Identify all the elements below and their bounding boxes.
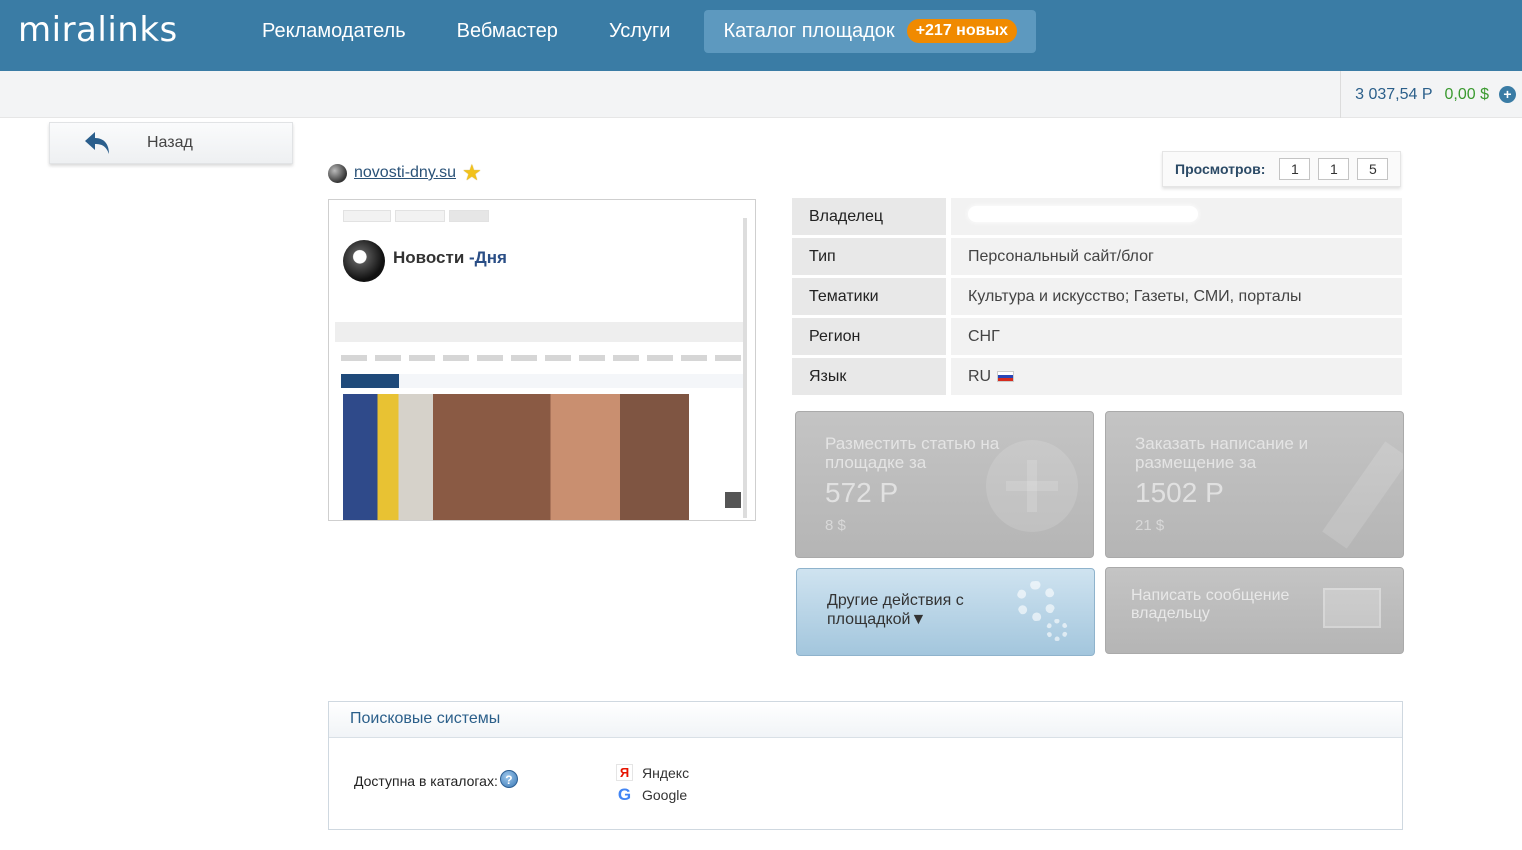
message-owner-title: Написать сообщение владельцу [1131,587,1290,622]
info-key: Владелец [792,198,946,235]
preview-photo [343,394,689,520]
site-info-table: Владелец Тип Персональный сайт/блог Тема… [792,198,1402,398]
favorite-star-icon[interactable]: ★ [462,160,482,186]
order-writing-price: 1502 Р [1135,477,1224,508]
place-article-usd: 8 $ [825,517,846,534]
help-icon[interactable]: ? [499,770,518,788]
miralinks-logo[interactable]: miralinks [18,10,178,50]
new-count-badge: +217 новых [906,19,1018,43]
engine-google: G Google [616,786,687,803]
back-arrow-icon [85,132,109,154]
panel-body: Доступна в каталогах:? Я Яндекс G Google [329,738,1402,830]
info-key: Тип [792,238,946,275]
globe-icon [328,163,347,183]
preview-scroll-up [725,492,741,508]
info-key: Регион [792,318,946,355]
site-title: novosti-dny.su ★ [328,160,482,186]
nav-label: Рекламодатель [262,20,406,42]
info-value: Персональный сайт/блог [951,238,1402,275]
other-actions-button[interactable]: Другие действия с площадкой▼ [796,568,1095,656]
info-row-region: Регион СНГ [792,318,1402,355]
info-key: Язык [792,358,946,395]
preview-menu-bar [335,322,745,342]
preview-logo-text: Новости -Дня [393,248,507,267]
info-row-owner: Владелец [792,198,1402,235]
info-value: RU [951,358,1402,395]
balance-usd[interactable]: 0,00 $ [1445,86,1489,104]
yandex-icon: Я [616,764,633,781]
nav-item-services[interactable]: Услуги [592,10,688,53]
nav-label: Услуги [608,20,671,42]
preview-scrollbar [743,218,747,518]
site-domain-link[interactable]: novosti-dny.su [354,164,456,182]
balance-box: 3 037,54 Р 0,00 $ + [1340,71,1522,118]
nav-item-webmaster[interactable]: Вебмастер [440,10,575,53]
views-value: 1 [1279,158,1311,180]
top-navigation-bar: miralinks Рекламодатель Вебмастер Услуги… [0,0,1522,71]
back-label: Назад [147,134,193,151]
order-writing-button[interactable]: Заказать написание и размещение за 1502 … [1105,411,1404,558]
preview-submenu [341,355,741,361]
engine-yandex: Я Яндекс [616,764,689,781]
nav-label: Вебмастер [456,20,558,42]
order-writing-title: Заказать написание и размещение за [1135,434,1309,472]
site-screenshot-preview[interactable]: Новости -Дня [328,199,756,521]
views-label: Просмотров: [1175,161,1266,177]
info-value [951,198,1402,235]
nav-item-advertiser[interactable]: Рекламодатель [245,10,423,53]
place-article-title: Разместить статью на площадке за [825,434,1000,472]
back-button[interactable]: Назад [49,122,293,164]
russia-flag-icon [997,371,1015,382]
preview-ticker [341,374,745,388]
views-value: 5 [1357,158,1389,180]
owner-name-redacted [968,205,1198,222]
place-article-button[interactable]: Разместить статью на площадке за 572 Р 8… [795,411,1094,558]
sub-bar: 3 037,54 Р 0,00 $ + [0,71,1522,118]
catalog-label: Доступна в каталогах:? [354,770,518,789]
search-engines-panel: Поисковые системы Доступна в каталогах:?… [328,701,1403,830]
nav-item-catalog[interactable]: Каталог площадок +217 новых [704,10,1037,53]
preview-submit [449,210,489,222]
catalog-label-text: Доступна в каталогах: [354,773,498,789]
add-funds-icon[interactable]: + [1499,86,1516,103]
preview-password-field [395,210,445,222]
preview-login-field [343,210,391,222]
engine-name: Google [642,786,688,803]
place-article-price: 572 Р [825,477,899,508]
preview-logo-globe [343,240,385,282]
nav-label: Каталог площадок [723,20,895,42]
engine-name: Яндекс [642,764,690,781]
balance-rub[interactable]: 3 037,54 Р [1355,86,1432,104]
info-key: Тематики [792,278,946,315]
message-owner-button[interactable]: Написать сообщение владельцу [1105,567,1404,654]
views-value: 1 [1318,158,1350,180]
google-icon: G [617,785,632,804]
order-writing-usd: 21 $ [1135,517,1165,534]
info-value: СНГ [951,318,1402,355]
info-row-topics: Тематики Культура и искусство; Газеты, С… [792,278,1402,315]
envelope-icon [1323,588,1381,628]
info-row-type: Тип Персональный сайт/блог [792,238,1402,275]
other-actions-title: Другие действия с площадкой▼ [827,592,964,628]
panel-title: Поисковые системы [329,702,1402,738]
language-code: RU [968,368,992,385]
info-value: Культура и искусство; Газеты, СМИ, порта… [951,278,1402,315]
views-counter: Просмотров: 1 1 5 [1162,151,1401,187]
info-row-language: Язык RU [792,358,1402,395]
gear-small-icon [1046,619,1068,641]
main-nav: Рекламодатель Вебмастер Услуги Каталог п… [245,10,1053,53]
